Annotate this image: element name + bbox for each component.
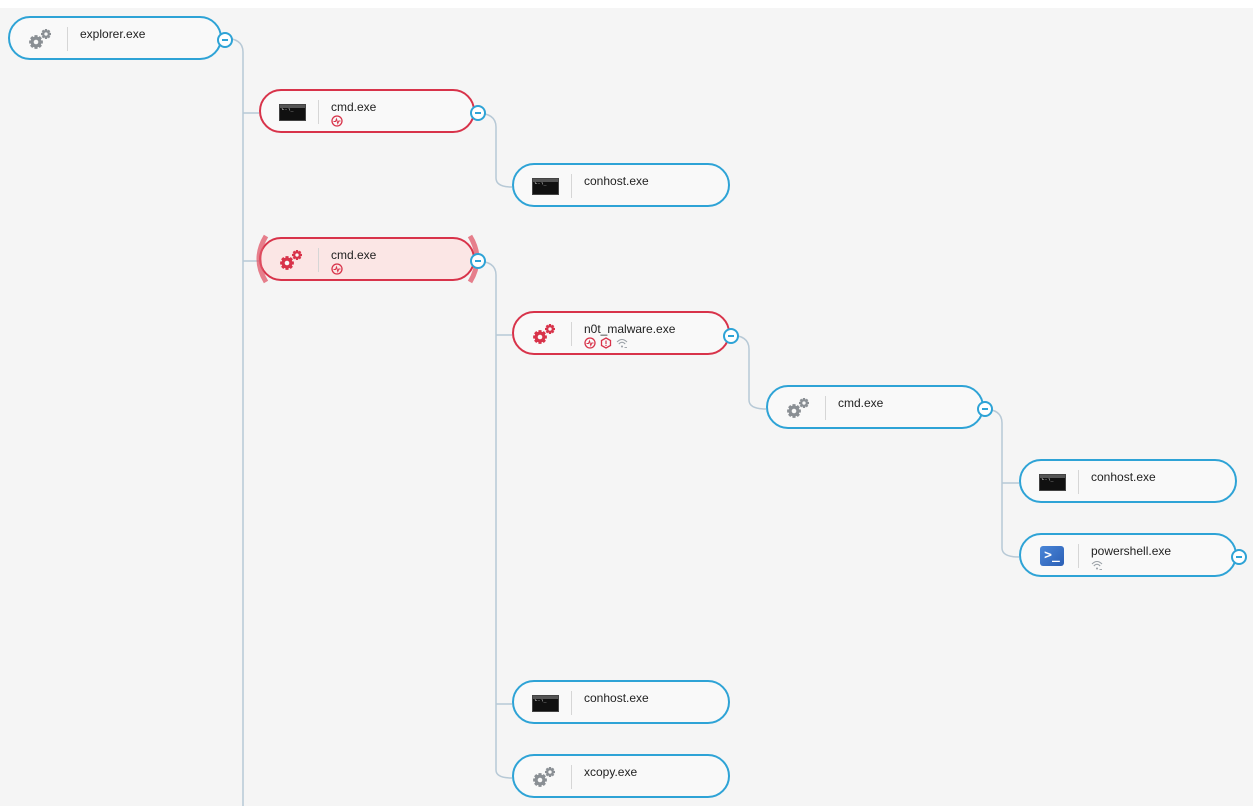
process-node-xcopy[interactable]: xcopy.exe bbox=[512, 754, 730, 798]
process-name: explorer.exe bbox=[80, 27, 146, 41]
process-node-n0t-malware[interactable]: n0t_malware.exe bbox=[512, 311, 730, 355]
gear-gray-icon bbox=[26, 29, 56, 49]
cmd-console-icon bbox=[1037, 472, 1067, 492]
node-divider bbox=[67, 27, 68, 51]
process-name: n0t_malware.exe bbox=[584, 322, 676, 336]
collapse-toggle-cmd-2[interactable] bbox=[977, 401, 993, 417]
process-name: cmd.exe bbox=[838, 396, 884, 410]
collapse-toggle-explorer[interactable] bbox=[217, 32, 233, 48]
process-name: cmd.exe bbox=[331, 100, 377, 114]
shield-alert-icon bbox=[600, 337, 612, 349]
node-divider bbox=[571, 322, 572, 346]
process-node-conhost-1[interactable]: conhost.exe bbox=[512, 163, 730, 207]
badge-row bbox=[331, 115, 343, 127]
collapse-toggle-cmd-1[interactable] bbox=[470, 105, 486, 121]
node-divider bbox=[318, 100, 319, 124]
process-node-cmd-1[interactable]: cmd.exe bbox=[259, 89, 475, 133]
gear-gray-icon bbox=[784, 398, 814, 418]
cmd-console-icon bbox=[530, 693, 560, 713]
network-icon bbox=[616, 339, 628, 348]
node-divider bbox=[571, 174, 572, 198]
gear-red-icon bbox=[277, 250, 307, 270]
process-name: xcopy.exe bbox=[584, 765, 638, 779]
process-name: powershell.exe bbox=[1091, 544, 1172, 558]
process-node-conhost-2[interactable]: conhost.exe bbox=[1019, 459, 1237, 503]
process-name: conhost.exe bbox=[584, 174, 649, 188]
activity-icon bbox=[584, 337, 596, 349]
node-divider bbox=[1078, 544, 1079, 568]
process-node-conhost-3[interactable]: conhost.exe bbox=[512, 680, 730, 724]
process-node-cmd-2[interactable]: cmd.exe bbox=[766, 385, 984, 429]
badge-row bbox=[1091, 559, 1103, 571]
process-node-powershell[interactable]: >_ powershell.exe bbox=[1019, 533, 1237, 577]
node-divider bbox=[571, 765, 572, 789]
process-name: cmd.exe bbox=[331, 248, 377, 262]
process-node-explorer[interactable]: explorer.exe bbox=[8, 16, 222, 60]
activity-icon bbox=[331, 263, 343, 275]
badge-row bbox=[331, 263, 343, 275]
process-name: conhost.exe bbox=[584, 691, 649, 705]
powershell-icon: >_ bbox=[1037, 546, 1067, 566]
cmd-console-icon bbox=[277, 102, 307, 122]
gear-red-icon bbox=[530, 324, 560, 344]
collapse-toggle-powershell[interactable] bbox=[1231, 549, 1247, 565]
cmd-console-icon bbox=[530, 176, 560, 196]
process-node-cmd-selected[interactable]: cmd.exe bbox=[259, 237, 475, 281]
network-icon bbox=[1091, 561, 1103, 570]
node-divider bbox=[318, 248, 319, 272]
node-divider bbox=[825, 396, 826, 420]
badge-row bbox=[584, 337, 628, 349]
collapse-toggle-cmd-selected[interactable] bbox=[470, 253, 486, 269]
process-name: conhost.exe bbox=[1091, 470, 1156, 484]
node-divider bbox=[1078, 470, 1079, 494]
gear-gray-icon bbox=[530, 767, 560, 787]
collapse-toggle-n0t-malware[interactable] bbox=[723, 328, 739, 344]
activity-icon bbox=[331, 115, 343, 127]
node-divider bbox=[571, 691, 572, 715]
